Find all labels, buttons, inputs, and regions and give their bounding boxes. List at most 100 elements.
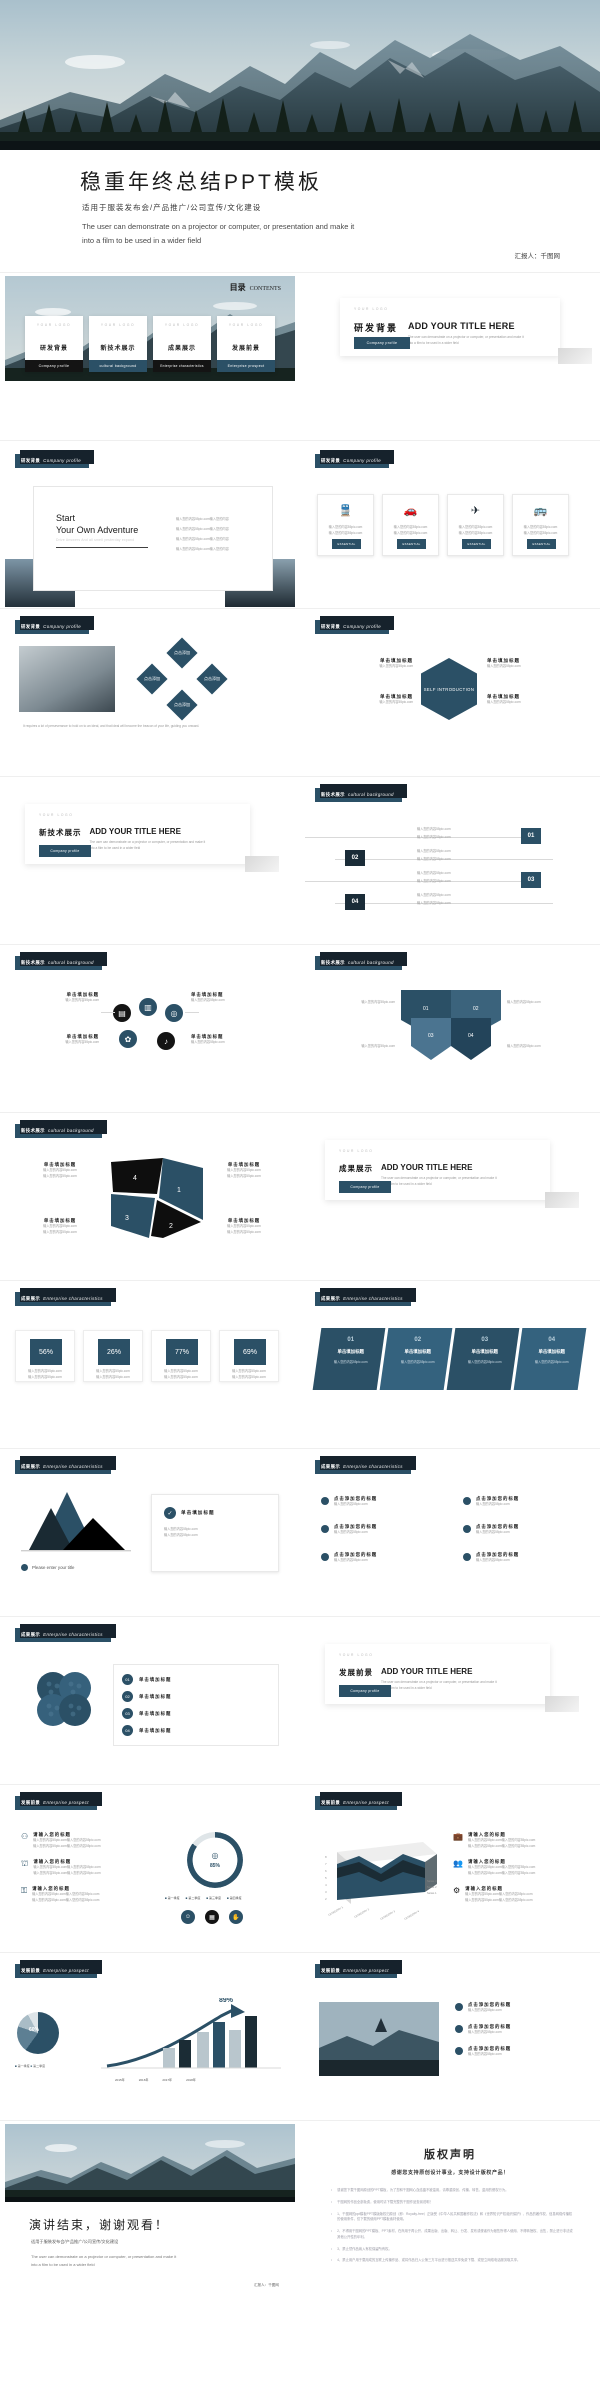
slide-copyright[interactable]: 版权声明 感谢您支持原创设计事业，支持设计版权产品！ • 感谢您下载千图网原创的P…	[305, 2124, 595, 2294]
section-button[interactable]: Company profile	[354, 337, 410, 349]
donut-item[interactable]: ⚿ 请输入您的标题 输入您的内容55pic.com输入您的内容55pic.com…	[21, 1886, 161, 1904]
slide-area3d[interactable]: 发展前景 Enterprise prospect 8 7 6 5 4 3 2 CATEGO…	[305, 1788, 595, 1951]
stat-card[interactable]: 56% 输入您的内容55pic.com 输入您的内容55pic.com	[15, 1330, 75, 1382]
clover-item[interactable]: 04 单击填加标题	[114, 1722, 278, 1739]
area3d-item[interactable]: 💼 请输入您的标题 输入您的内容55pic.com输入您的内容55pic.com…	[453, 1832, 583, 1850]
toc-card-1[interactable]: YOUR LOGO 研发背景 Company profile	[25, 316, 83, 372]
donut-item[interactable]: ⚇ 请输入您的标题 输入您的内容55pic.com输入您的内容55pic.com…	[21, 1832, 161, 1850]
area3d-item[interactable]: 👥 请输入您的标题 输入您的内容55pic.com输入您的内容55pic.com…	[453, 1859, 583, 1877]
slide-section-4[interactable]: YOUR LOGO 发展前景 ADD YOUR TITLE HERE The u…	[305, 1620, 595, 1783]
clover-item[interactable]: 03 单击填加标题	[114, 1705, 278, 1722]
chart-icon[interactable]: ▥	[139, 998, 157, 1016]
icon-card[interactable]: ✈ 输入您的内容55pic.com 输入您的内容55pic.com ESSENT…	[447, 494, 504, 556]
numbered-rows: 输入您的内容55pic.com 输入您的内容55pic.com 01 输入您的内…	[305, 826, 581, 914]
diamond-tile[interactable]: 点击添加	[166, 637, 198, 669]
car-icon: 🚗	[403, 505, 418, 517]
section-logo: YOUR LOGO	[354, 307, 389, 311]
stat-card[interactable]: 77% 输入您的内容55pic.com 输入您的内容55pic.com	[151, 1330, 211, 1382]
slide-end[interactable]: 演讲结束，谢谢观看！ 适用于服装发布会/产品推广/公司宣传/文化建设 The u…	[5, 2124, 295, 2294]
stat-card[interactable]: 69% 输入您的内容55pic.com 输入您的内容55pic.com	[219, 1330, 279, 1382]
slide-numbered-list[interactable]: 新技术展示 cultural background 输入您的内容55pic.com…	[305, 780, 595, 943]
icon-card-badge[interactable]: ESSENTIAL	[332, 539, 361, 549]
ribbon-card[interactable]: 01 单击填加标题 输入您的内容55pic.com	[312, 1328, 386, 1390]
slide-mountain[interactable]: 成果展示 Enterprise characteristics Please en…	[5, 1452, 295, 1615]
slide-donut[interactable]: 发展前景 Enterprise prospect ⚇ 请输入您的标题 输入您的内容…	[5, 1788, 295, 1951]
slide-arrow-flow[interactable]: 新技术展示 cultural background 01 02 03 04 输入您…	[305, 948, 595, 1111]
bullet-item[interactable]: 点击添加您的标题 输入您的内容55pic.com	[321, 1496, 437, 1508]
slide-icon-cards[interactable]: 研发背景 Company profile 🚆 输入您的内容55pic.com 输入…	[305, 444, 595, 607]
doc-icon[interactable]: ▤	[113, 1004, 131, 1022]
bulb-icon[interactable]: ◎	[165, 1004, 183, 1022]
slide-growth[interactable]: 发展前景 Enterprise prospect 60% ■ 第一季度 ■ 第二季…	[5, 1956, 295, 2119]
toc-card-badge[interactable]: Company profile	[25, 360, 83, 372]
slide-section-2[interactable]: YOUR LOGO 新技术展示 ADD YOUR TITLE HERE The …	[5, 780, 295, 943]
slide-tag: 发展前景 Enterprise prospect	[315, 1792, 402, 1810]
diamond-tile[interactable]: 点击添加	[196, 663, 228, 695]
diamond-tile[interactable]: 点击添加	[166, 689, 198, 721]
toc-card-badge[interactable]: cultural background	[89, 360, 147, 372]
slide-ribbon-stats[interactable]: 成果展示 Enterprise characteristics 01 单击填加标题…	[305, 1284, 595, 1447]
ribbon-card[interactable]: 03 单击填加标题 输入您的内容55pic.com	[446, 1328, 520, 1390]
numbered-row[interactable]: 输入您的内容55pic.com 输入您的内容55pic.com 01	[305, 826, 581, 848]
growth-bar-chart: 89%	[101, 1997, 281, 2074]
icon-card[interactable]: 🚆 输入您的内容55pic.com 输入您的内容55pic.com ESSENT…	[317, 494, 374, 556]
ribbon-card[interactable]: 04 单击填加标题 输入您的内容55pic.com	[513, 1328, 587, 1390]
numbered-row[interactable]: 输入您的内容55pic.com 输入您的内容55pic.com 03	[305, 870, 581, 892]
slide-circle-icons[interactable]: 新技术展示 cultural background 单击填加标题 输入您的内容55…	[5, 948, 295, 1111]
area3d-item[interactable]: ⚙ 请输入您的标题 输入您的内容55pic.com输入您的内容55pic.com…	[453, 1886, 583, 1904]
donut-item[interactable]: ⛫ 请输入您的标题 输入您的内容55pic.com输入您的内容55pic.com…	[21, 1859, 161, 1877]
slide-adventure[interactable]: 研发背景 Company profile Start Your Own Adven…	[5, 444, 295, 607]
mountain-side-card[interactable]: ✓ 单击填加标题 输入您的内容55pic.com 输入您的内容55pic.com	[151, 1494, 279, 1572]
slide-percent-stats[interactable]: 成果展示 Enterprise characteristics 56% 输入您的内…	[5, 1284, 295, 1447]
section-button[interactable]: Company profile	[339, 1685, 391, 1697]
photo-item[interactable]: 点击添加您的标题 输入您的内容55pic.com	[455, 2046, 583, 2058]
numbered-row[interactable]: 输入您的内容55pic.com 输入您的内容55pic.com 02	[305, 848, 581, 870]
slide-photo-list[interactable]: 发展前景 Enterprise prospect 点击添加您的标题 输入您的内容5…	[305, 1956, 595, 2119]
icon-card[interactable]: 🚗 输入您的内容55pic.com 输入您的内容55pic.com ESSENT…	[382, 494, 439, 556]
thumb-icon[interactable]: ✋	[229, 1910, 243, 1924]
bullet-item[interactable]: 点击添加您的标题 输入您的内容55pic.com	[463, 1524, 579, 1536]
toc-card-2[interactable]: YOUR LOGO 新技术展示 cultural background	[89, 316, 147, 372]
bullet-item[interactable]: 点击添加您的标题 输入您的内容55pic.com	[321, 1552, 437, 1564]
slide-bullet-grid[interactable]: 成果展示 Enterprise characteristics 点击添加您的标题 …	[305, 1452, 595, 1615]
slide-diamond[interactable]: 研发背景 Company profile 点击添加 点击添加 点击添加 点击添加 …	[5, 612, 295, 775]
slide-section-1[interactable]: YOUR LOGO 研发背景 ADD YOUR TITLE HERE The u…	[305, 276, 595, 439]
bullet-item[interactable]: 点击添加您的标题 输入您的内容55pic.com	[463, 1552, 579, 1564]
bullet-item[interactable]: 点击添加您的标题 输入您的内容55pic.com	[321, 1524, 437, 1536]
basket-icon[interactable]: ▦	[205, 1910, 219, 1924]
section-button[interactable]: Company profile	[339, 1181, 391, 1193]
photo-item[interactable]: 点击添加您的标题 输入您的内容55pic.com	[455, 2002, 583, 2014]
stat-card[interactable]: 26% 输入您的内容55pic.com 输入您的内容55pic.com	[83, 1330, 143, 1382]
bullet-item[interactable]: 点击添加您的标题 输入您的内容55pic.com	[463, 1496, 579, 1508]
toc-card-badge[interactable]: Enterprise prospect	[217, 360, 275, 372]
clover-title: 单击填加标题	[139, 1693, 172, 1699]
toc-card-4[interactable]: YOUR LOGO 发展前景 Enterprise prospect	[217, 316, 275, 372]
slide-hexagon[interactable]: 研发背景 Company profile SELF INTRODUCTION 单击…	[305, 612, 595, 775]
icon-card-badge[interactable]: ESSENTIAL	[397, 539, 426, 549]
stat-line2: 输入您的内容55pic.com	[232, 1374, 266, 1379]
icon-card-badge[interactable]: ESSENTIAL	[527, 539, 556, 549]
ribbon-card[interactable]: 02 单击填加标题 输入您的内容55pic.com	[379, 1328, 453, 1390]
mountain-placeholder[interactable]: Please enter your title	[21, 1564, 74, 1571]
mic-icon[interactable]: ♪	[157, 1032, 175, 1050]
toc-card-3[interactable]: YOUR LOGO 成果展示 Enterprise characteristic…	[153, 316, 211, 372]
slide-pinwheel[interactable]: 新技术展示 cultural background 4 1 3 2 单击填加标题 …	[5, 1116, 295, 1279]
slide-section-3[interactable]: YOUR LOGO 成果展示 ADD YOUR TITLE HERE The u…	[305, 1116, 595, 1279]
icon-card-badge[interactable]: ESSENTIAL	[462, 539, 491, 549]
section-button[interactable]: Company profile	[39, 845, 91, 857]
clover-item[interactable]: 02 单击填加标题	[114, 1688, 278, 1705]
slide-tag: 发展前景 Enterprise prospect	[315, 1960, 402, 1978]
slide-clover[interactable]: 成果展示 Enterprise characteristics 01 单击填加标题	[5, 1620, 295, 1783]
numbered-row[interactable]: 输入您的内容55pic.com 输入您的内容55pic.com 04	[305, 892, 581, 914]
slide-contents[interactable]: 目录 CONTENTS YOUR LOGO 研发背景 Company profil…	[5, 276, 295, 439]
hexagon-center[interactable]: SELF INTRODUCTION	[421, 658, 477, 720]
photo-item[interactable]: 点击添加您的标题 输入您的内容55pic.com	[455, 2024, 583, 2036]
diamond-tile[interactable]: 点击添加	[136, 663, 168, 695]
toc-card-badge[interactable]: Enterprise characteristics	[153, 360, 211, 372]
like-icon[interactable]: ☺	[181, 1910, 195, 1924]
gear-icon[interactable]: ✿	[119, 1030, 137, 1048]
clover-item[interactable]: 01 单击填加标题	[114, 1671, 278, 1688]
ribbon-num: 04	[548, 1337, 556, 1343]
icon-card[interactable]: 🚌 输入您的内容55pic.com 输入您的内容55pic.com ESSENT…	[512, 494, 569, 556]
hexagon-item-left-top: 单击填加标题 输入您的内容55pic.com	[329, 658, 413, 670]
